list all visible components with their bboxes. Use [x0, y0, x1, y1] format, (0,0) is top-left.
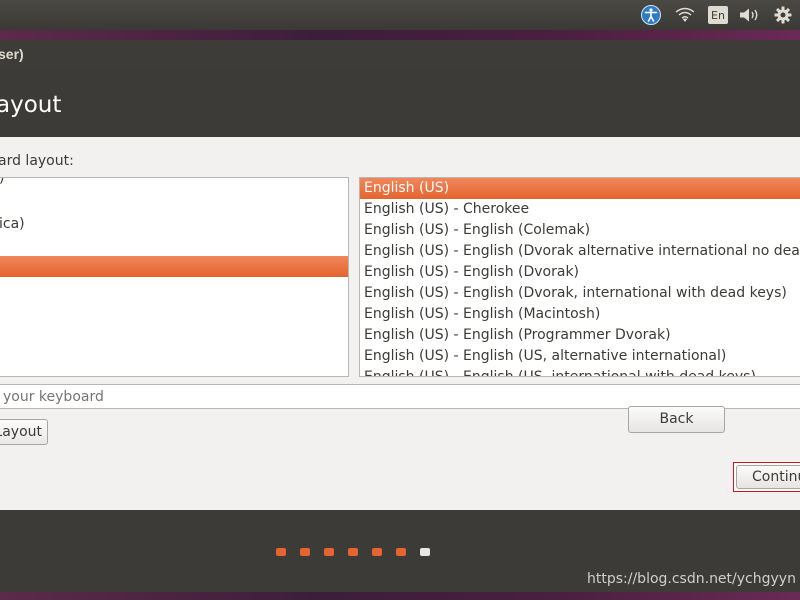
settings-icon[interactable] — [772, 5, 794, 25]
layout-list-item[interactable] — [0, 340, 348, 361]
accessibility-icon[interactable] — [640, 5, 662, 25]
progress-dot — [300, 548, 310, 556]
layout-list-item[interactable] — [0, 298, 348, 319]
progress-dot-current — [420, 548, 430, 556]
desktop-background-bottom — [0, 592, 800, 600]
progress-dot — [276, 548, 286, 556]
layout-list-item[interactable] — [0, 319, 348, 340]
variant-list-item[interactable]: English (US) - English (Dvorak, internat… — [360, 283, 800, 304]
window-title: ser) — [0, 46, 24, 62]
variant-list-item[interactable]: English (US) - English (Dvorak alternati… — [360, 241, 800, 262]
layout-list-item[interactable] — [0, 277, 348, 298]
page-title: ayout — [0, 92, 62, 118]
desktop-background — [0, 30, 800, 40]
variant-list-item[interactable]: English (US) - English (Dvorak) — [360, 262, 800, 283]
watermark: https://blog.csdn.net/ychgyyn — [587, 571, 796, 587]
variant-list-item[interactable]: English (US) - English (Programmer Dvora… — [360, 325, 800, 346]
header-band — [0, 68, 800, 137]
variant-list-item-selected[interactable]: English (US) — [360, 178, 800, 199]
layout-list-item-selected[interactable] — [0, 256, 348, 277]
wifi-icon[interactable] — [674, 5, 696, 25]
variant-list-item[interactable]: English (US) - Cherokee — [360, 199, 800, 220]
layout-list-item[interactable] — [0, 235, 348, 256]
layout-list-item[interactable]: ica) — [0, 214, 348, 235]
progress-dot — [396, 548, 406, 556]
continue-button[interactable]: Continue — [736, 465, 800, 489]
detect-layout-button[interactable]: Layout — [0, 419, 48, 445]
layout-list-item[interactable] — [0, 193, 348, 214]
window-titlebar[interactable]: ser) — [0, 40, 800, 68]
keyboard-indicator[interactable]: En — [708, 6, 728, 24]
variant-list-item[interactable]: English (US) - English (Macintosh) — [360, 304, 800, 325]
installer-window: ser) ayout ard layout: ) ica) English (U… — [0, 40, 800, 510]
content-area: ard layout: ) ica) English (US) English … — [0, 137, 800, 510]
progress-dot — [372, 548, 382, 556]
progress-dot — [324, 548, 334, 556]
progress-dot — [348, 548, 358, 556]
layout-list-item[interactable]: ) — [0, 178, 348, 193]
volume-icon[interactable] — [738, 5, 762, 25]
layout-label: ard layout: — [0, 153, 74, 169]
variant-list-item[interactable]: English (US) - English (US, alternative … — [360, 346, 800, 367]
back-button[interactable]: Back — [628, 406, 725, 433]
variant-list-item[interactable]: English (US) - English (US, internationa… — [360, 367, 800, 376]
top-panel: En — [0, 0, 800, 30]
variant-list[interactable]: English (US) English (US) - Cherokee Eng… — [359, 177, 800, 377]
continue-button-highlight: Continue — [733, 462, 800, 492]
variant-list-item[interactable]: English (US) - English (Colemak) — [360, 220, 800, 241]
layout-list[interactable]: ) ica) — [0, 177, 349, 377]
